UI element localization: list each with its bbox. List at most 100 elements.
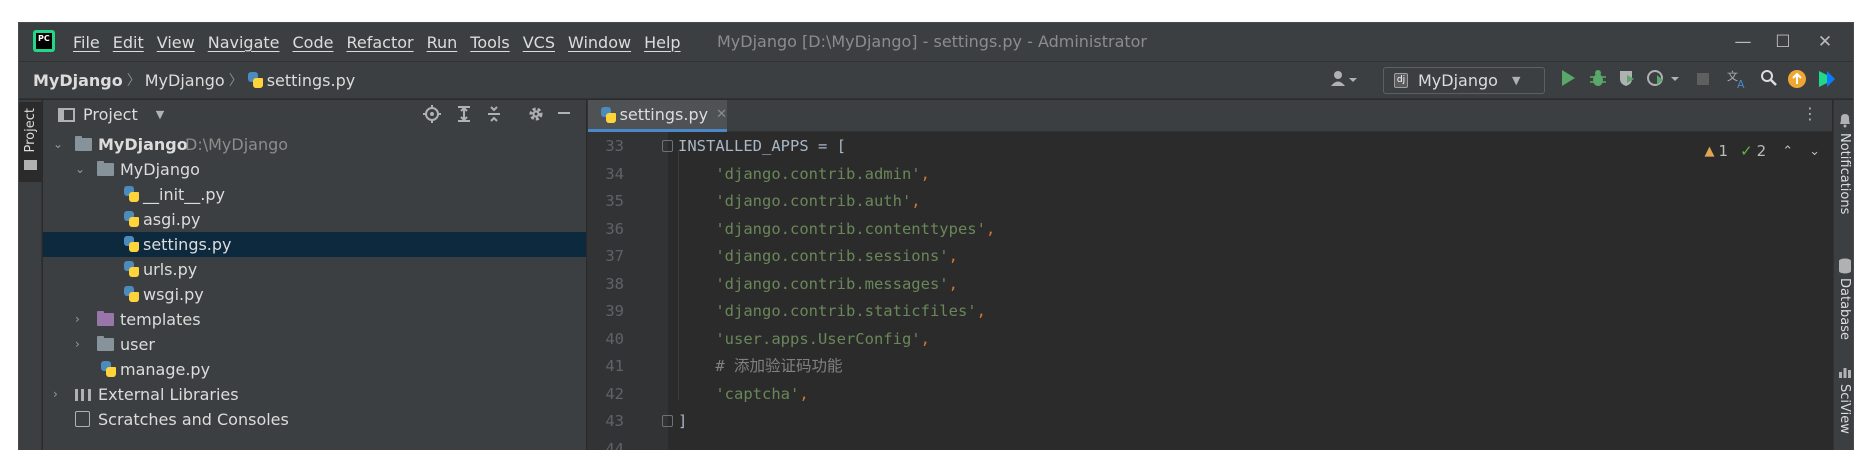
tree-item-file-selected[interactable]: settings.py (43, 232, 586, 257)
expand-all-icon[interactable] (453, 105, 475, 127)
python-file-icon (123, 261, 139, 277)
next-highlight-icon[interactable]: ⌄ (1809, 144, 1820, 159)
tree-item-file[interactable]: __init__.py (43, 182, 586, 207)
breadcrumb-file[interactable]: settings.py (267, 71, 356, 90)
menu-edit[interactable]: Edit (113, 33, 144, 52)
maximize-button[interactable]: ☐ (1763, 29, 1803, 55)
folder-icon (24, 160, 37, 170)
python-file-icon (100, 361, 116, 377)
project-view-select[interactable]: Project ▼ (58, 105, 164, 124)
menu-refactor[interactable]: Refactor (346, 33, 413, 52)
run-configuration-label: MyDjango (1418, 71, 1498, 90)
sciview-tool-button[interactable]: SciView (1837, 384, 1852, 434)
libraries-icon (75, 389, 91, 401)
breadcrumb-separator-icon: 〉 (228, 73, 243, 89)
line-number: 44 (605, 439, 624, 450)
gear-icon[interactable] (525, 105, 547, 127)
minimize-button[interactable]: — (1723, 29, 1763, 55)
tab-settings-py[interactable]: settings.py ✕ (588, 100, 727, 132)
project-tool-label: Project (23, 108, 38, 153)
close-tab-icon[interactable]: ✕ (716, 107, 727, 122)
update-icon[interactable] (1785, 69, 1809, 93)
chevron-down-icon: ▼ (155, 108, 165, 121)
code-text: 'django.contrib.staticfiles', (678, 300, 986, 323)
tree-item-file[interactable]: asgi.py (43, 207, 586, 232)
breadcrumb-package[interactable]: MyDjango (145, 71, 225, 90)
locate-file-icon[interactable] (421, 105, 443, 127)
code-area[interactable]: 33 INSTALLED_APPS = [34 'django.contrib.a… (588, 132, 1832, 450)
menu-run[interactable]: Run (427, 33, 458, 52)
run-with-coverage-icon[interactable] (1615, 69, 1639, 93)
chevron-right-icon[interactable]: › (75, 307, 87, 332)
menu-view[interactable]: View (157, 33, 195, 52)
stop-icon[interactable] (1691, 69, 1715, 93)
fold-marker-icon[interactable] (662, 415, 673, 427)
code-text: ] (678, 410, 687, 433)
database-tool-button[interactable]: Database (1837, 278, 1852, 340)
chevron-right-icon[interactable]: › (53, 382, 65, 407)
code-text: # 添加验证码功能 (678, 355, 842, 378)
tree-item-file[interactable]: wsgi.py (43, 282, 586, 307)
line-number: 40 (605, 329, 624, 348)
tree-item-file[interactable]: urls.py (43, 257, 586, 282)
profile-icon[interactable] (1644, 69, 1684, 93)
database-icon[interactable] (1838, 258, 1852, 274)
run-configuration-select[interactable]: dj MyDjango ▼ (1383, 67, 1545, 94)
inspection-widget[interactable]: ▲ 1 ✓ 2 ⌃ ⌄ (1705, 142, 1820, 160)
previous-highlight-icon[interactable]: ⌃ (1782, 144, 1793, 159)
menu-help[interactable]: Help (644, 33, 680, 52)
line-number: 36 (605, 219, 624, 238)
collapse-all-icon[interactable] (483, 105, 505, 127)
tree-item-project-root[interactable]: ⌄ MyDjango D:\MyDjango (43, 132, 586, 157)
plugin-logo-icon[interactable] (1815, 69, 1839, 93)
code-token: , (985, 219, 996, 238)
code-text: 'django.contrib.sessions', (678, 245, 958, 268)
chevron-right-icon[interactable]: › (75, 332, 87, 357)
code-token: , (799, 384, 809, 403)
editor: settings.py ✕ ⋮ 33 INSTALLED_APPS = [34 '… (587, 100, 1832, 450)
menu-tools[interactable]: Tools (470, 33, 509, 52)
chevron-down-icon[interactable]: ⌄ (53, 132, 65, 157)
code-token: ] (678, 412, 688, 430)
sciview-icon[interactable] (1838, 365, 1852, 379)
project-view-icon (58, 107, 75, 122)
notifications-tool-button[interactable]: Notifications (1837, 133, 1852, 214)
bell-icon[interactable] (1837, 112, 1853, 128)
code-text: 'captcha', (678, 383, 809, 406)
menu-code[interactable]: Code (293, 33, 334, 52)
tree-item-external-libraries[interactable]: › External Libraries (43, 382, 586, 407)
tree-item-package[interactable]: ⌄ MyDjango (43, 157, 586, 182)
fold-marker-icon[interactable] (662, 140, 673, 152)
line-number: 33 (605, 137, 624, 155)
translate-icon[interactable]: 文A (1725, 69, 1751, 93)
menu-vcs[interactable]: VCS (523, 33, 555, 52)
menu-navigate[interactable]: Navigate (208, 33, 280, 52)
tree-item-scratches[interactable]: Scratches and Consoles (43, 407, 586, 432)
code-text: 'user.apps.UserConfig', (678, 328, 930, 351)
search-icon[interactable] (1757, 69, 1781, 93)
tree-item-folder[interactable]: › user (43, 332, 586, 357)
run-icon[interactable] (1556, 69, 1580, 93)
debug-icon[interactable] (1586, 69, 1610, 93)
breadcrumb-project[interactable]: MyDjango (33, 71, 123, 90)
hide-panel-icon[interactable] (553, 105, 575, 127)
tree-item-file[interactable]: manage.py (43, 357, 586, 382)
user-account-icon[interactable] (1327, 69, 1361, 93)
project-panel-title: Project (83, 105, 138, 124)
code-text: 'django.contrib.contenttypes', (678, 218, 995, 241)
left-tool-stripe: Project (19, 100, 42, 450)
code-token: , (948, 274, 958, 293)
templates-folder-icon (97, 311, 114, 326)
close-window-button[interactable]: ✕ (1805, 29, 1845, 55)
more-options-icon[interactable]: ⋮ (1802, 104, 1818, 123)
menu-file[interactable]: File (73, 33, 100, 52)
navigation-bar: MyDjango 〉 MyDjango 〉 settings.py dj MyD… (19, 61, 1853, 99)
project-tool-window-button[interactable]: Project (19, 102, 42, 182)
chevron-down-icon[interactable]: ⌄ (75, 157, 87, 182)
tree-item-folder[interactable]: › templates (43, 307, 586, 332)
menu-window[interactable]: Window (568, 33, 631, 52)
chevron-down-icon: ▼ (1511, 74, 1521, 87)
warning-count: 1 (1718, 142, 1729, 160)
